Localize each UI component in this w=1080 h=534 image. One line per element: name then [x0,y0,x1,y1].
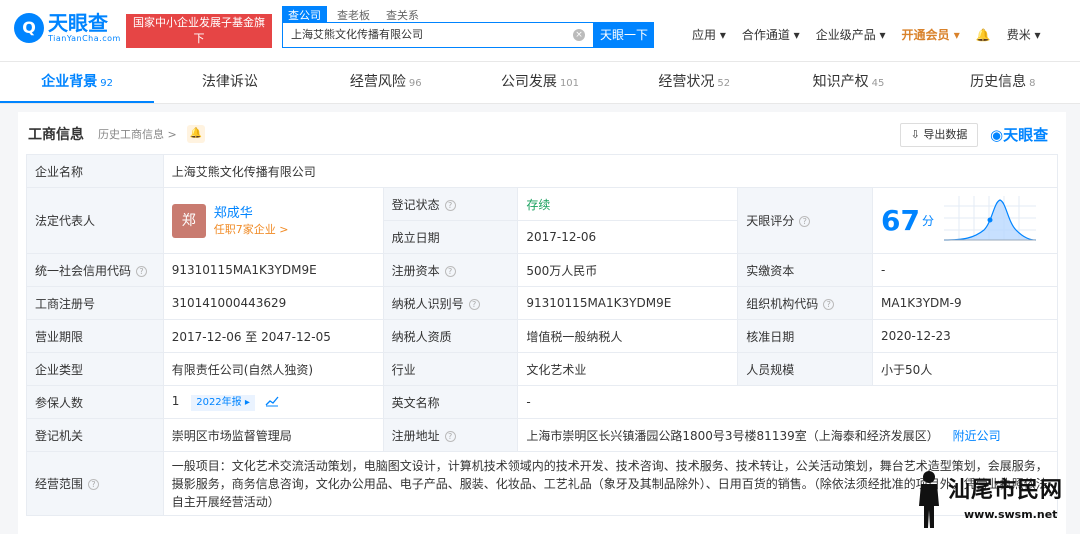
bell-icon[interactable]: 🔔 [186,125,205,143]
taxpayer-id-label: 纳税人识别号? [382,286,519,320]
tab-history[interactable]: 历史信息 8 [926,62,1080,103]
industry-value: 文化艺术业 [517,352,739,386]
help-icon: ? [88,479,100,490]
credit-code-label: 统一社会信用代码? [26,253,164,287]
trend-icon[interactable] [265,395,279,407]
reg-status-label: 登记状态? [382,187,519,221]
logo-name: 天眼查 [48,11,108,35]
watermark: 汕尾市民网 www.swsm.net [912,468,1072,530]
type-label: 企业类型 [26,352,164,386]
staff-label: 人员规模 [737,352,873,386]
reg-status-value: 存续 [517,187,739,221]
reg-no-label: 工商注册号 [26,286,164,320]
nav-enterprise[interactable]: 企业级产品 ▾ [816,26,886,43]
history-link[interactable]: 历史工商信息 > [98,126,177,142]
english-name-label: 英文名称 [382,385,519,419]
help-icon: ? [799,216,811,227]
tax-qual-label: 纳税人资质 [382,319,519,353]
help-icon: ? [444,265,456,277]
download-icon: ⇩ [910,128,924,141]
panel-title: 工商信息 [28,127,84,143]
help-icon: ? [444,430,456,442]
top-nav: 应用 ▾ 合作通道 ▾ 企业级产品 ▾ 开通会员 ▾ 🔔 费米 ▾ [692,26,1041,43]
approve-date-label: 核准日期 [737,319,873,353]
help-icon: ? [136,265,148,277]
brand-logo: ◉天眼查 [990,126,1049,144]
found-date-value: 2017-12-06 [517,220,739,254]
reg-capital-value: 500万人民币 [517,253,739,287]
term-label: 营业期限 [26,319,164,353]
found-date-label: 成立日期 [382,220,519,254]
help-icon: ? [468,298,480,310]
nearby-companies-link[interactable]: 附近公司 [953,429,1001,443]
clear-icon[interactable]: × [573,29,585,41]
logo-icon: ◉ [990,126,1004,144]
tab-legal[interactable]: 法律诉讼 [154,62,308,103]
nav-vip[interactable]: 开通会员 ▾ [902,26,960,43]
search-input[interactable]: 上海艾熊文化传播有限公司 × [282,22,594,48]
search-button[interactable]: 天眼一下 [594,22,654,48]
legal-rep-label: 法定代表人 [26,187,164,254]
legal-rep-name[interactable]: 郑成华 [214,205,289,222]
insured-label: 参保人数 [26,385,164,419]
official-banner: 国家中小企业发展子基金旗下 官方备案企业征信机构 [126,14,272,61]
scope-label: 经营范围? [26,451,164,516]
top-bar: Q 天眼查 TianYanCha.com 国家中小企业发展子基金旗下 官方备案企… [0,0,1080,62]
nav-cooperation[interactable]: 合作通道 ▾ [742,26,800,43]
avatar: 郑 [171,203,206,238]
score-distribution-icon [943,195,1036,241]
address-cell: 上海市崇明区长兴镇潘园公路1800号3号楼81139室（上海泰和经济发展区） 附… [517,418,1058,452]
approve-date-value: 2020-12-23 [872,319,1058,353]
term-value: 2017-12-06 至 2047-12-05 [162,319,384,353]
nav-apps[interactable]: 应用 ▾ [692,26,726,43]
figure-silhouette-icon [919,471,939,528]
address-label: 注册地址? [382,418,519,452]
logo-domain: TianYanCha.com [48,34,121,43]
bell-icon[interactable]: 🔔 [976,28,991,42]
credit-code-value: 91310115MA1K3YDM9E [162,253,384,287]
tab-background[interactable]: 企业背景 92 [0,62,155,103]
english-name-value: - [517,385,1058,419]
authority-label: 登记机关 [26,418,164,452]
company-name-label: 企业名称 [26,154,164,188]
org-code-label: 组织机构代码? [737,286,873,320]
insured-value: 1 [171,393,180,408]
help-icon: ? [823,298,835,310]
logo-icon: Q [14,12,44,43]
annual-report-tag[interactable]: 2022年报 ▸ [191,394,255,411]
score-cell[interactable]: 67 分 [872,187,1058,254]
info-table: 企业名称 上海艾熊文化传播有限公司 法定代表人 郑 郑成华 任职7家企业 > 登… [26,154,1059,516]
tab-development[interactable]: 公司发展 101 [463,62,617,103]
industry-label: 行业 [382,352,519,386]
help-icon: ? [444,199,456,211]
watermark-text: 汕尾市民网 [948,477,1064,503]
taxpayer-id-value: 91310115MA1K3YDM9E [517,286,739,320]
score-value: 67 [881,204,920,237]
org-code-value: MA1K3YDM-9 [872,286,1058,320]
export-button[interactable]: ⇩ 导出数据 [900,123,978,147]
tab-ip[interactable]: 知识产权 45 [771,62,925,103]
address-value: 上海市崇明区长兴镇潘园公路1800号3号楼81139室（上海泰和经济发展区） [526,428,939,443]
score-label: 天眼评分? [737,187,873,254]
legal-rep-positions[interactable]: 任职7家企业 > [214,222,289,237]
paid-capital-value: - [872,253,1058,287]
watermark-url: www.swsm.net [964,508,1058,521]
business-info-panel: 工商信息 历史工商信息 > 🔔 ⇩ 导出数据 ◉天眼查 企业名称 上海艾熊文化传… [18,112,1066,534]
tax-qual-value: 增值税一般纳税人 [517,319,739,353]
site-logo[interactable]: Q 天眼查 TianYanCha.com [14,12,121,43]
insured-cell: 1 2022年报 ▸ [162,385,384,419]
type-value: 有限责任公司(自然人独资) [162,352,384,386]
reg-capital-label: 注册资本? [382,253,519,287]
legal-rep-cell: 郑 郑成华 任职7家企业 > [162,187,384,254]
nav-user[interactable]: 费米 ▾ [1007,26,1041,43]
authority-value: 崇明区市场监督管理局 [162,418,384,452]
main-tabs: 企业背景 92 法律诉讼 经营风险 96 公司发展 101 经营状况 52 知识产权 45… [0,62,1080,104]
paid-capital-label: 实缴资本 [737,253,873,287]
tab-risk[interactable]: 经营风险 96 [309,62,463,103]
staff-value: 小于50人 [872,352,1058,386]
reg-no-value: 310141000443629 [162,286,384,320]
tab-operation[interactable]: 经营状况 52 [617,62,771,103]
company-name-value: 上海艾熊文化传播有限公司 [162,154,1059,188]
